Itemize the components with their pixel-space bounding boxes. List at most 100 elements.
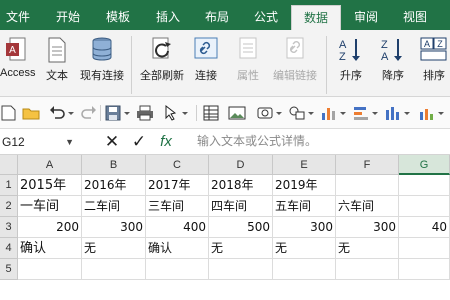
edit-links-button[interactable]: 编辑链接: [270, 36, 320, 86]
cell-c2[interactable]: 三车间: [146, 196, 209, 217]
pointer-dropdown-icon[interactable]: [180, 104, 190, 122]
cell-g1[interactable]: [399, 175, 450, 196]
name-box[interactable]: G12 ▼: [0, 129, 88, 155]
undo-icon[interactable]: [48, 104, 66, 122]
cell-b1[interactable]: 2016年: [82, 175, 146, 196]
print-icon[interactable]: [136, 104, 154, 122]
cell-c3[interactable]: 400: [146, 217, 209, 238]
enter-entry-button[interactable]: ✓: [130, 132, 148, 152]
cell-d5[interactable]: [209, 259, 273, 280]
stacked-chart-icon[interactable]: [384, 104, 402, 122]
tab-layout[interactable]: 布局: [197, 0, 237, 30]
tab-review[interactable]: 审阅: [346, 0, 386, 30]
combo-chart-dropdown-icon[interactable]: [436, 104, 446, 122]
properties-button[interactable]: 属性: [231, 36, 265, 86]
text-label: 文本: [46, 70, 68, 82]
row-header-4[interactable]: 4: [0, 238, 18, 259]
row-header-1[interactable]: 1: [0, 175, 18, 196]
tab-data[interactable]: 数据: [291, 5, 341, 30]
open-folder-icon[interactable]: [22, 104, 40, 122]
cell-g4[interactable]: [399, 238, 450, 259]
cell-a1[interactable]: 2015年: [18, 175, 82, 196]
cell-d4[interactable]: 无: [209, 238, 273, 259]
tab-file[interactable]: 文件: [0, 0, 36, 30]
cell-a2[interactable]: 一车间: [18, 196, 82, 217]
cell-f5[interactable]: [336, 259, 399, 280]
cell-e4[interactable]: 无: [273, 238, 336, 259]
cell-d3[interactable]: 500: [209, 217, 273, 238]
cell-e5[interactable]: [273, 259, 336, 280]
cell-b4[interactable]: 无: [82, 238, 146, 259]
cell-e1[interactable]: 2019年: [273, 175, 336, 196]
cell-f3[interactable]: 300: [336, 217, 399, 238]
tab-insert[interactable]: 插入: [148, 0, 188, 30]
from-text-button[interactable]: 文本: [42, 36, 72, 86]
row-header-5[interactable]: 5: [0, 259, 18, 280]
column-chart-dropdown-icon[interactable]: [338, 104, 348, 122]
table-icon[interactable]: [202, 104, 220, 122]
shapes-icon[interactable]: [288, 104, 306, 122]
cell-a5[interactable]: [18, 259, 82, 280]
tab-formulas[interactable]: 公式: [246, 0, 286, 30]
tab-home[interactable]: 开始: [48, 0, 88, 30]
cell-b2[interactable]: 二车间: [82, 196, 146, 217]
connections-button[interactable]: 连接: [188, 36, 224, 86]
access-button[interactable]: A Access: [0, 36, 35, 86]
name-box-dropdown-icon[interactable]: ▼: [65, 129, 74, 155]
cell-c4[interactable]: 确认: [146, 238, 209, 259]
cell-f4[interactable]: 无: [336, 238, 399, 259]
cell-f2[interactable]: 六车间: [336, 196, 399, 217]
cell-g2[interactable]: [399, 196, 450, 217]
pointer-select-icon[interactable]: [162, 104, 180, 122]
new-file-icon[interactable]: [0, 104, 18, 122]
formula-input[interactable]: 输入文本或公式详情。: [197, 129, 317, 155]
column-header-d[interactable]: D: [209, 155, 273, 175]
cell-b3[interactable]: 300: [82, 217, 146, 238]
column-chart-icon[interactable]: [320, 104, 338, 122]
sort-button[interactable]: A Z 排序: [418, 36, 450, 86]
cell-g3[interactable]: 40: [399, 217, 450, 238]
refresh-icon: [149, 36, 175, 67]
tab-template[interactable]: 模板: [98, 0, 138, 30]
refresh-all-button[interactable]: 全部刷新: [137, 36, 187, 86]
cell-d2[interactable]: 四车间: [209, 196, 273, 217]
access-icon: A: [5, 36, 29, 67]
insert-function-button[interactable]: fx: [156, 132, 176, 152]
bar-chart-icon[interactable]: [352, 104, 370, 122]
select-all-corner[interactable]: [0, 155, 18, 175]
column-header-g[interactable]: G: [399, 155, 450, 175]
row-header-3[interactable]: 3: [0, 217, 18, 238]
column-header-a[interactable]: A: [18, 155, 82, 175]
cell-a3[interactable]: 200: [18, 217, 82, 238]
cell-d1[interactable]: 2018年: [209, 175, 273, 196]
cell-c5[interactable]: [146, 259, 209, 280]
column-header-f[interactable]: F: [336, 155, 399, 175]
cell-e2[interactable]: 五车间: [273, 196, 336, 217]
cell-e3[interactable]: 300: [273, 217, 336, 238]
screenshot-dropdown-icon[interactable]: [274, 104, 284, 122]
bar-chart-dropdown-icon[interactable]: [370, 104, 380, 122]
redo-icon[interactable]: [80, 104, 98, 122]
undo-dropdown-icon[interactable]: [66, 104, 76, 122]
column-header-c[interactable]: C: [146, 155, 209, 175]
existing-connections-button[interactable]: 现有连接: [78, 36, 126, 86]
stacked-chart-dropdown-icon[interactable]: [402, 104, 412, 122]
tab-view[interactable]: 视图: [395, 0, 435, 30]
cell-c1[interactable]: 2017年: [146, 175, 209, 196]
picture-icon[interactable]: [228, 104, 246, 122]
screenshot-icon[interactable]: [256, 104, 274, 122]
cancel-entry-button[interactable]: ✕: [104, 132, 120, 152]
sort-descending-button[interactable]: Z A 降序: [376, 36, 410, 86]
save-dropdown-icon[interactable]: [122, 104, 132, 122]
column-header-e[interactable]: E: [273, 155, 336, 175]
combo-chart-icon[interactable]: [418, 104, 436, 122]
cell-f1[interactable]: [336, 175, 399, 196]
cell-g5[interactable]: [399, 259, 450, 280]
cell-a4[interactable]: 确认: [18, 238, 82, 259]
column-header-b[interactable]: B: [82, 155, 146, 175]
shapes-dropdown-icon[interactable]: [306, 104, 316, 122]
sort-ascending-button[interactable]: A Z 升序: [334, 36, 368, 86]
cell-b5[interactable]: [82, 259, 146, 280]
save-icon[interactable]: [104, 104, 122, 122]
row-header-2[interactable]: 2: [0, 196, 18, 217]
